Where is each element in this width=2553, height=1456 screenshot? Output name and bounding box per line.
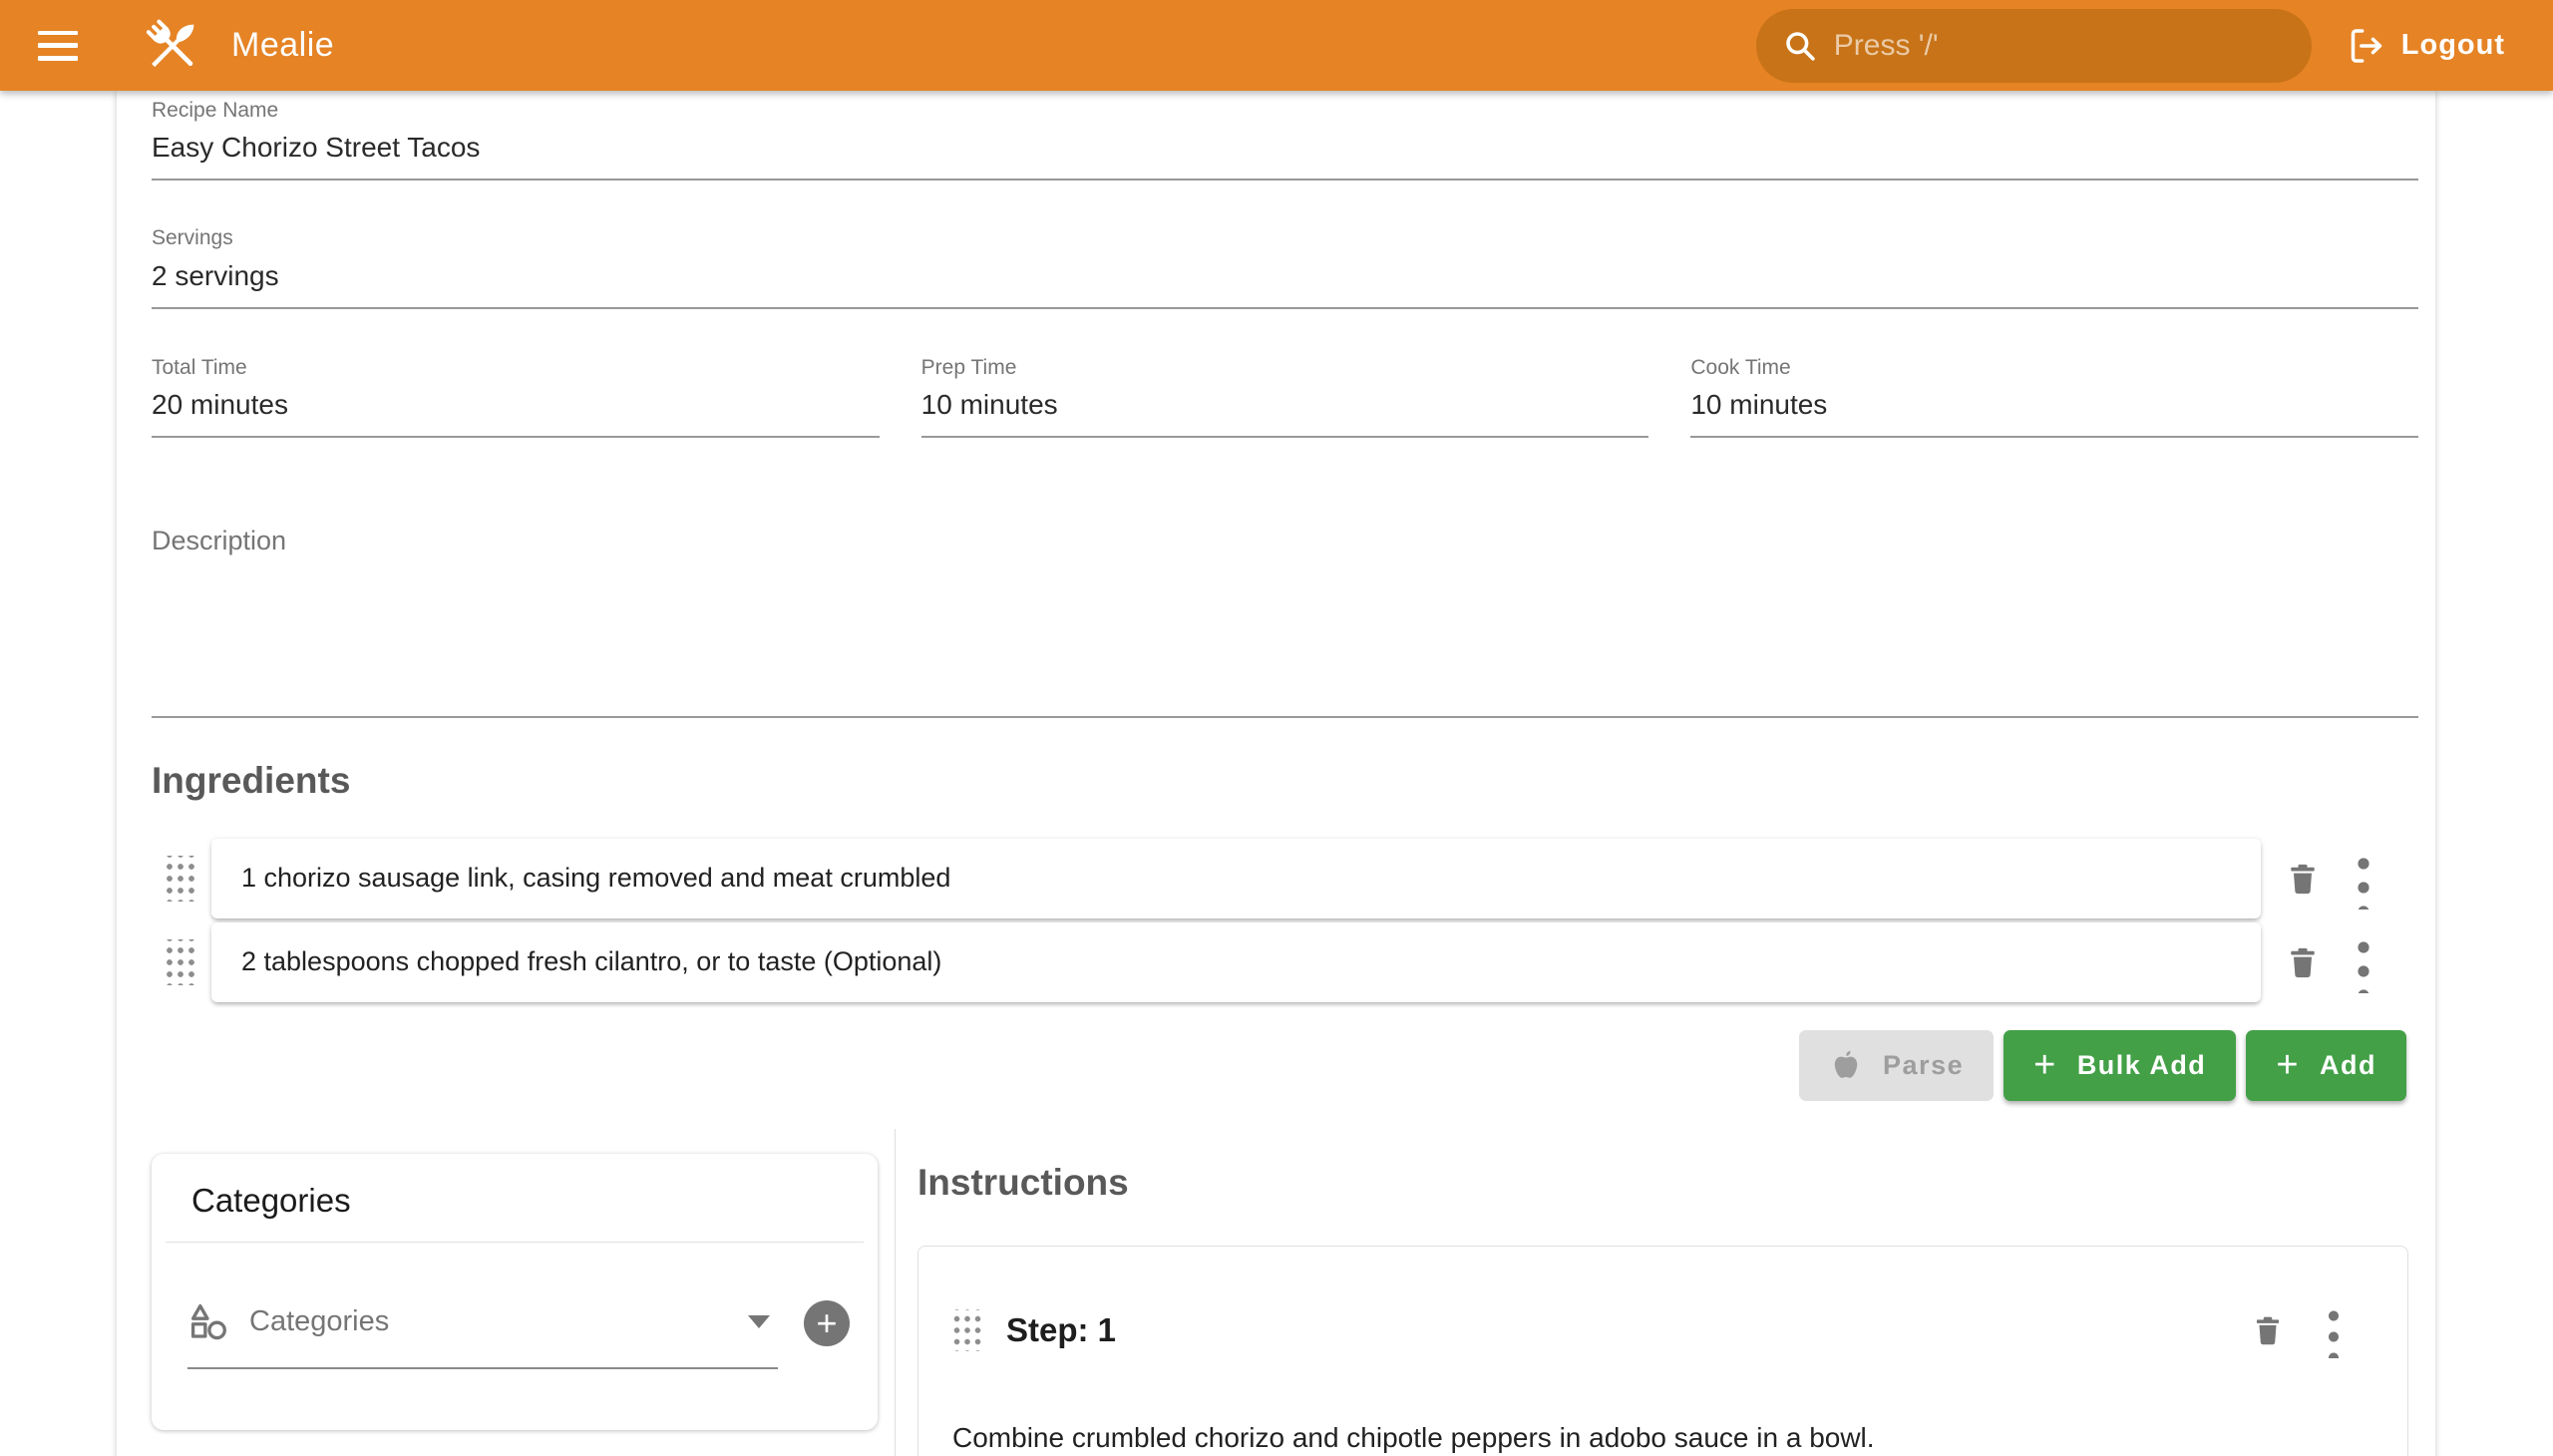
step-menu-button[interactable] <box>2290 1302 2340 1358</box>
categories-select-row: Categories + <box>152 1243 878 1370</box>
ingredient-menu-button[interactable] <box>2325 931 2371 993</box>
create-category-button[interactable]: + <box>804 1300 850 1346</box>
recipe-name-field-group: Recipe Name <box>152 98 2418 181</box>
servings-field-group: Servings <box>152 225 2418 308</box>
trash-icon <box>2251 1313 2285 1347</box>
app-bar: Mealie Logout <box>0 0 2553 91</box>
trash-icon <box>2285 861 2321 897</box>
ingredient-row <box>152 839 2418 918</box>
search-icon <box>1782 28 1818 64</box>
categories-heading: Categories <box>152 1154 878 1242</box>
drag-handle-icon[interactable] <box>165 939 196 985</box>
mealie-logo-icon <box>140 13 205 79</box>
add-button-label: Add <box>2320 1050 2376 1081</box>
recipe-name-input[interactable] <box>152 124 2418 181</box>
categories-card: Categories Categories + <box>152 1154 878 1430</box>
logout-label: Logout <box>2401 29 2505 62</box>
prep-time-label: Prep Time <box>921 355 1649 381</box>
total-time-label: Total Time <box>152 355 880 381</box>
total-time-input[interactable] <box>152 381 880 438</box>
plus-icon: + <box>2033 1046 2057 1084</box>
cook-time-field-group: Cook Time <box>1690 355 2418 438</box>
apple-icon <box>1829 1048 1863 1082</box>
kebab-menu-icon <box>2357 848 2371 910</box>
menu-icon[interactable] <box>38 31 78 61</box>
recipe-name-label: Recipe Name <box>152 98 2418 124</box>
search-input[interactable] <box>1834 29 2286 63</box>
ingredient-row <box>152 922 2418 1002</box>
logout-button[interactable]: Logout <box>2346 26 2505 66</box>
step-title: Step: 1 <box>1006 1311 1116 1349</box>
kebab-menu-icon <box>2357 931 2371 993</box>
cook-time-label: Cook Time <box>1690 355 2418 381</box>
step-text[interactable]: Combine crumbled chorizo and chipotle pe… <box>952 1418 2340 1456</box>
trash-icon <box>2285 944 2321 980</box>
ingredients-heading: Ingredients <box>152 762 2418 799</box>
add-button[interactable]: + Add <box>2246 1030 2406 1101</box>
drag-handle-icon[interactable] <box>165 856 196 902</box>
plus-icon: + <box>2276 1046 2300 1084</box>
kebab-menu-icon <box>2328 1302 2340 1358</box>
delete-ingredient-button[interactable] <box>2281 940 2325 984</box>
search-bar[interactable] <box>1756 9 2312 83</box>
description-field-group: Description <box>152 526 2418 718</box>
ingredients-list <box>152 839 2418 1002</box>
parse-button[interactable]: Parse <box>1799 1030 1994 1101</box>
app-title: Mealie <box>231 26 334 65</box>
ingredient-actions-row: Parse + Bulk Add + Add <box>152 1030 2418 1101</box>
instructions-column: Instructions Step: 1 <box>896 1129 2418 1456</box>
ingredient-input[interactable] <box>241 946 2261 977</box>
parse-button-label: Parse <box>1883 1050 1964 1081</box>
ingredient-card <box>211 839 2261 918</box>
delete-step-button[interactable] <box>2246 1308 2290 1352</box>
recipe-editor-card: Recipe Name Servings Total Time Prep Tim… <box>117 91 2435 1456</box>
prep-time-input[interactable] <box>921 381 1649 438</box>
categories-select[interactable]: Categories <box>187 1301 778 1369</box>
prep-time-field-group: Prep Time <box>921 355 1649 438</box>
categories-column: Categories Categories + <box>152 1129 896 1456</box>
step-header: Step: 1 <box>952 1302 2340 1358</box>
total-time-field-group: Total Time <box>152 355 880 438</box>
cook-time-input[interactable] <box>1690 381 2418 438</box>
categories-select-label: Categories <box>249 1305 748 1338</box>
description-textarea[interactable] <box>152 556 2418 718</box>
ingredient-menu-button[interactable] <box>2325 848 2371 910</box>
ingredient-card <box>211 922 2261 1002</box>
shapes-icon <box>187 1301 229 1343</box>
servings-input[interactable] <box>152 252 2418 309</box>
description-label: Description <box>152 526 2418 556</box>
logout-icon <box>2346 26 2385 66</box>
instructions-heading: Instructions <box>917 1164 2418 1201</box>
bulk-add-button-label: Bulk Add <box>2077 1050 2207 1081</box>
bulk-add-button[interactable]: + Bulk Add <box>2004 1030 2236 1101</box>
instruction-step-card: Step: 1 Combine crumbled chorizo and chi… <box>917 1246 2408 1456</box>
bottom-section: Categories Categories + <box>152 1129 2418 1456</box>
drag-handle-icon[interactable] <box>952 1309 982 1351</box>
time-fields-row: Total Time Prep Time Cook Time <box>152 355 2418 438</box>
ingredient-input[interactable] <box>241 863 2261 894</box>
servings-label: Servings <box>152 225 2418 251</box>
delete-ingredient-button[interactable] <box>2281 857 2325 901</box>
chevron-down-icon <box>748 1315 770 1328</box>
